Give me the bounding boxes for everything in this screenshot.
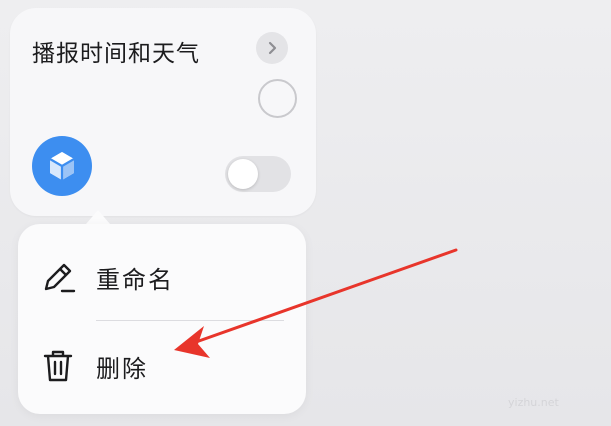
shortcut-title: 播报时间和天气 xyxy=(32,41,200,67)
context-menu: 重命名 删除 xyxy=(18,224,306,414)
toggle-knob xyxy=(228,159,258,189)
shortcut-detail-button[interactable] xyxy=(256,32,288,64)
shortcuts-app-icon xyxy=(32,136,92,196)
menu-item-rename[interactable]: 重命名 xyxy=(18,232,306,322)
menu-pointer xyxy=(86,210,110,224)
menu-item-label: 删除 xyxy=(96,354,148,383)
shortcut-card[interactable]: 播报时间和天气 xyxy=(10,8,316,216)
pencil-icon xyxy=(40,259,76,295)
watermark: yizhu.net xyxy=(508,396,559,409)
chevron-right-icon xyxy=(268,41,277,55)
shortcut-toggle[interactable] xyxy=(225,156,291,192)
trash-icon xyxy=(40,348,76,384)
menu-item-delete[interactable]: 删除 xyxy=(18,321,306,411)
cube-icon xyxy=(49,152,75,180)
menu-item-label: 重命名 xyxy=(96,265,174,294)
select-circle[interactable] xyxy=(258,79,297,118)
